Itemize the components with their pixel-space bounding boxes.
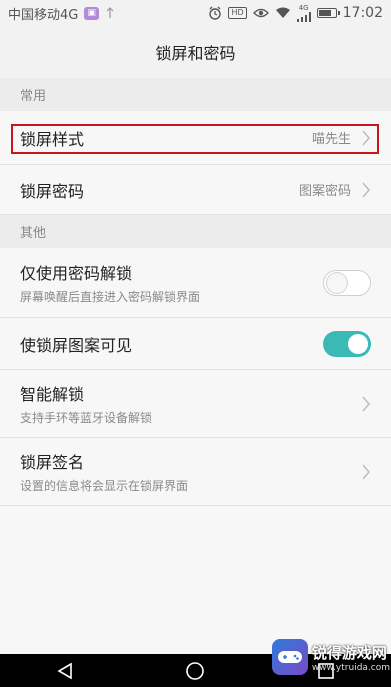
password-only-subtitle: 屏幕唤醒后直接进入密码解锁界面 [20, 290, 201, 304]
signal-icon: 4G [296, 3, 311, 22]
lock-signature-subtitle: 设置的信息将会显示在锁屏界面 [20, 479, 189, 493]
password-only-row[interactable]: 仅使用密码解锁 屏幕唤醒后直接进入密码解锁界面 [0, 248, 391, 318]
alarm-icon [208, 6, 222, 20]
section-header-label: 其他 [20, 226, 47, 241]
network-type-label: 4G [298, 3, 309, 12]
lock-password-row[interactable]: 锁屏密码 图案密码 [0, 165, 391, 215]
section-header-other: 其他 [0, 215, 391, 248]
wifi-icon [275, 7, 291, 19]
eye-icon [252, 7, 269, 19]
notification-app-icon: ▣ [84, 6, 99, 20]
clock-label: 17:02 [342, 5, 383, 21]
lock-password-title: 锁屏密码 [20, 181, 85, 201]
page-title-bar: 锁屏和密码 [0, 26, 391, 78]
section-header-label: 常用 [20, 89, 47, 104]
chevron-right-icon [361, 396, 371, 412]
lock-style-title: 锁屏样式 [20, 129, 85, 149]
password-only-title: 仅使用密码解锁 [20, 264, 133, 283]
lock-style-value: 喵先生 [311, 132, 351, 147]
watermark: 锐得游戏网 www.ytruida.com [272, 628, 390, 686]
toggle-knob [348, 333, 368, 354]
smart-unlock-title: 智能解锁 [20, 385, 85, 404]
chevron-right-icon [361, 182, 371, 198]
password-only-toggle[interactable] [323, 269, 371, 296]
lock-signature-row[interactable]: 锁屏签名 设置的信息将会显示在锁屏界面 [0, 438, 391, 506]
smart-unlock-subtitle: 支持手环等蓝牙设备解锁 [20, 411, 153, 425]
watermark-title: 锐得游戏网 [311, 643, 387, 662]
home-icon[interactable] [175, 656, 215, 686]
section-header-common: 常用 [0, 78, 391, 111]
lock-signature-title: 锁屏签名 [20, 453, 85, 472]
toggle-knob [327, 272, 347, 293]
page-title: 锁屏和密码 [155, 44, 236, 63]
pattern-visible-toggle[interactable] [323, 330, 371, 357]
gamepad-logo-icon [272, 639, 308, 675]
carrier-label: 中国移动4G [8, 7, 79, 23]
watermark-url: www.ytruida.com [311, 662, 390, 673]
chevron-right-icon [361, 464, 371, 480]
chevron-right-icon [361, 130, 371, 146]
smart-unlock-row[interactable]: 智能解锁 支持手环等蓝牙设备解锁 [0, 370, 391, 438]
pattern-visible-row[interactable]: 使锁屏图案可见 [0, 318, 391, 370]
lock-password-value: 图案密码 [298, 184, 351, 199]
battery-icon [316, 8, 340, 18]
usb-icon [105, 7, 115, 19]
status-bar: 中国移动4G ▣ HD 4G 17:02 [0, 0, 391, 26]
pattern-visible-title: 使锁屏图案可见 [20, 335, 133, 355]
hd-icon: HD [228, 7, 247, 19]
lock-style-row[interactable]: 锁屏样式 喵先生 [0, 111, 391, 165]
back-icon[interactable] [45, 656, 85, 686]
